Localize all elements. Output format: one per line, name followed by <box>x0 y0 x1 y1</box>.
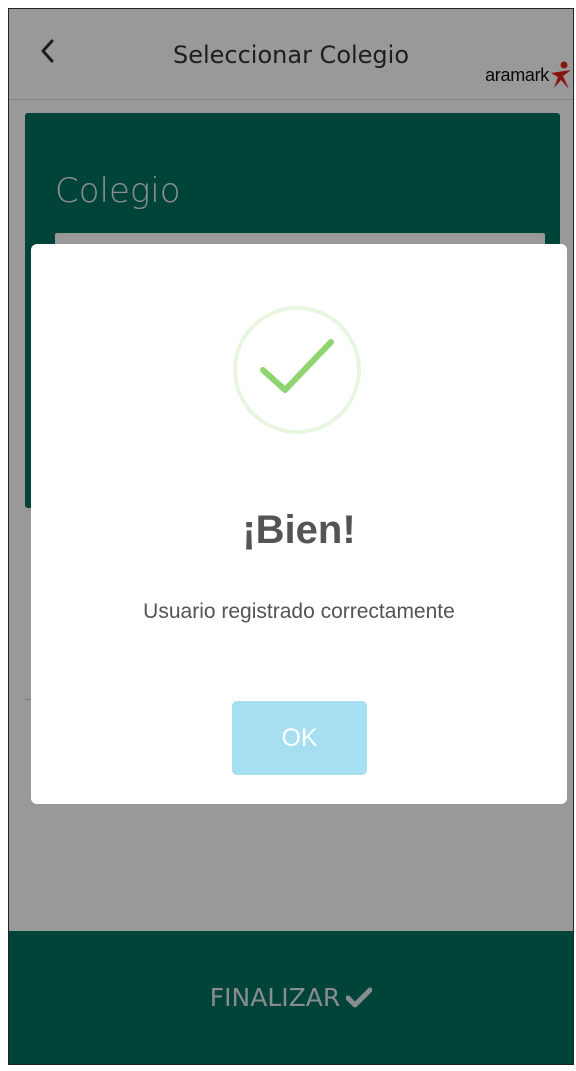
app-screen: Seleccionar Colegio aramark Colegio FINA… <box>8 8 574 1065</box>
success-dialog: ¡Bien! Usuario registrado correctamente … <box>31 244 567 804</box>
ok-button[interactable]: OK <box>232 701 367 775</box>
dialog-title: ¡Bien! <box>242 508 356 552</box>
dialog-message: Usuario registrado correctamente <box>143 600 455 623</box>
success-check-icon <box>233 306 361 434</box>
